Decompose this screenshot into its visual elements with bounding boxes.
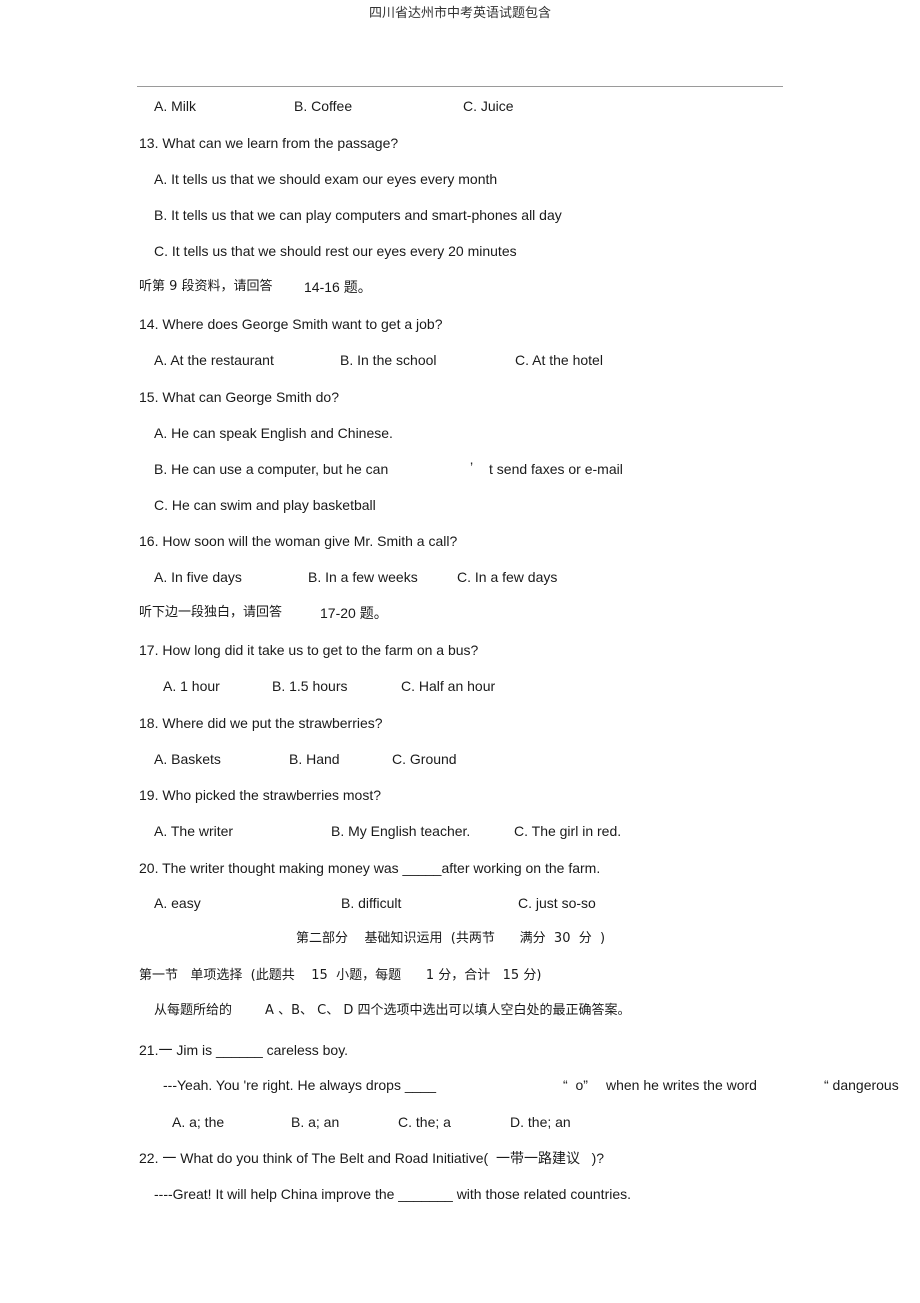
listening-instruction-9: 听第 9 段资料，请回答 bbox=[139, 279, 273, 294]
q21-option-a: A. a; the bbox=[172, 1114, 225, 1130]
listening-instruction-monologue: 听下边一段独白，请回答 bbox=[139, 605, 283, 620]
q13-option-a: A. It tells us that we should exam our e… bbox=[154, 171, 498, 187]
q19-option-b: B. My English teacher. bbox=[331, 823, 471, 839]
q14-question: 14. Where does George Smith want to get … bbox=[139, 316, 443, 332]
q21-option-d: D. the; an bbox=[510, 1114, 571, 1130]
document-title: 四川省达州市中考英语试题包含 bbox=[368, 6, 551, 21]
q21-line2-word: “ dangerous bbox=[824, 1077, 899, 1093]
q17-option-a: A. 1 hour bbox=[163, 678, 220, 694]
listening-instruction-9-range: 14-16 题。 bbox=[304, 279, 372, 295]
q13-option-c: C. It tells us that we should rest our e… bbox=[154, 243, 517, 259]
q17-option-b: B. 1.5 hours bbox=[272, 678, 348, 694]
q15-question: 15. What can George Smith do? bbox=[139, 389, 339, 405]
part2-heading: 第二部分 基础知识运用 (共两节 满分 30 分 ) bbox=[296, 931, 606, 946]
q17-option-c: C. Half an hour bbox=[401, 678, 496, 694]
q20-option-c: C. just so-so bbox=[518, 895, 596, 911]
q18-option-a: A. Baskets bbox=[154, 751, 221, 767]
q14-option-a: A. At the restaurant bbox=[154, 352, 274, 368]
q21-line2-cont: when he writes the word bbox=[606, 1077, 757, 1093]
q15-option-a: A. He can speak English and Chinese. bbox=[154, 425, 393, 441]
listening-instruction-monologue-range: 17-20 题。 bbox=[320, 605, 388, 621]
q16-option-c: C. In a few days bbox=[457, 569, 558, 585]
q15-option-b-apostrophe: ’ bbox=[470, 459, 474, 475]
header-divider bbox=[137, 86, 783, 87]
q21-option-b: B. a; an bbox=[291, 1114, 340, 1130]
q22-line2: ----Great! It will help China improve th… bbox=[154, 1186, 632, 1202]
q18-option-b: B. Hand bbox=[289, 751, 340, 767]
q13-option-b: B. It tells us that we can play computer… bbox=[154, 207, 562, 223]
q18-option-c: C. Ground bbox=[392, 751, 457, 767]
q16-option-b: B. In a few weeks bbox=[308, 569, 418, 585]
q19-option-c: C. The girl in red. bbox=[514, 823, 622, 839]
q20-option-b: B. difficult bbox=[341, 895, 402, 911]
q14-option-b: B. In the school bbox=[340, 352, 437, 368]
q17-question: 17. How long did it take us to get to th… bbox=[139, 642, 479, 658]
q12-option-c: C. Juice bbox=[463, 98, 514, 114]
q19-question: 19. Who picked the strawberries most? bbox=[139, 787, 381, 803]
q16-option-a: A. In five days bbox=[154, 569, 242, 585]
q18-question: 18. Where did we put the strawberries? bbox=[139, 715, 383, 731]
section1-heading: 第一节 单项选择 (此题共 15 小题，每题 1 分，合计 15 分) bbox=[139, 968, 542, 983]
q21-line1: 21.一 Jim is ______ careless boy. bbox=[139, 1042, 349, 1058]
q20-option-a: A. easy bbox=[154, 895, 201, 911]
q13-question: 13. What can we learn from the passage? bbox=[139, 135, 399, 151]
q15-option-c: C. He can swim and play basketball bbox=[154, 497, 376, 513]
q15-option-b: B. He can use a computer, but he can bbox=[154, 461, 389, 477]
q21-option-c: C. the; a bbox=[398, 1114, 451, 1130]
q12-option-b: B. Coffee bbox=[294, 98, 353, 114]
q22-line1: 22. 一 What do you think of The Belt and … bbox=[139, 1150, 605, 1166]
q20-question: 20. The writer thought making money was … bbox=[139, 860, 601, 876]
q21-line2: ---Yeah. You 're right. He always drops … bbox=[163, 1077, 436, 1093]
q21-line2-quote-o: “ o” bbox=[563, 1077, 588, 1093]
section1-instruction: 从每题所给的 A 、B、 C、 D 四个选项中选出可以填人空白处的最正确答案。 bbox=[154, 1003, 631, 1018]
q19-option-a: A. The writer bbox=[154, 823, 234, 839]
q12-option-a: A. Milk bbox=[154, 98, 196, 114]
q15-option-b-cont: t send faxes or e-mail bbox=[489, 461, 623, 477]
q16-question: 16. How soon will the woman give Mr. Smi… bbox=[139, 533, 458, 549]
q14-option-c: C. At the hotel bbox=[515, 352, 603, 368]
